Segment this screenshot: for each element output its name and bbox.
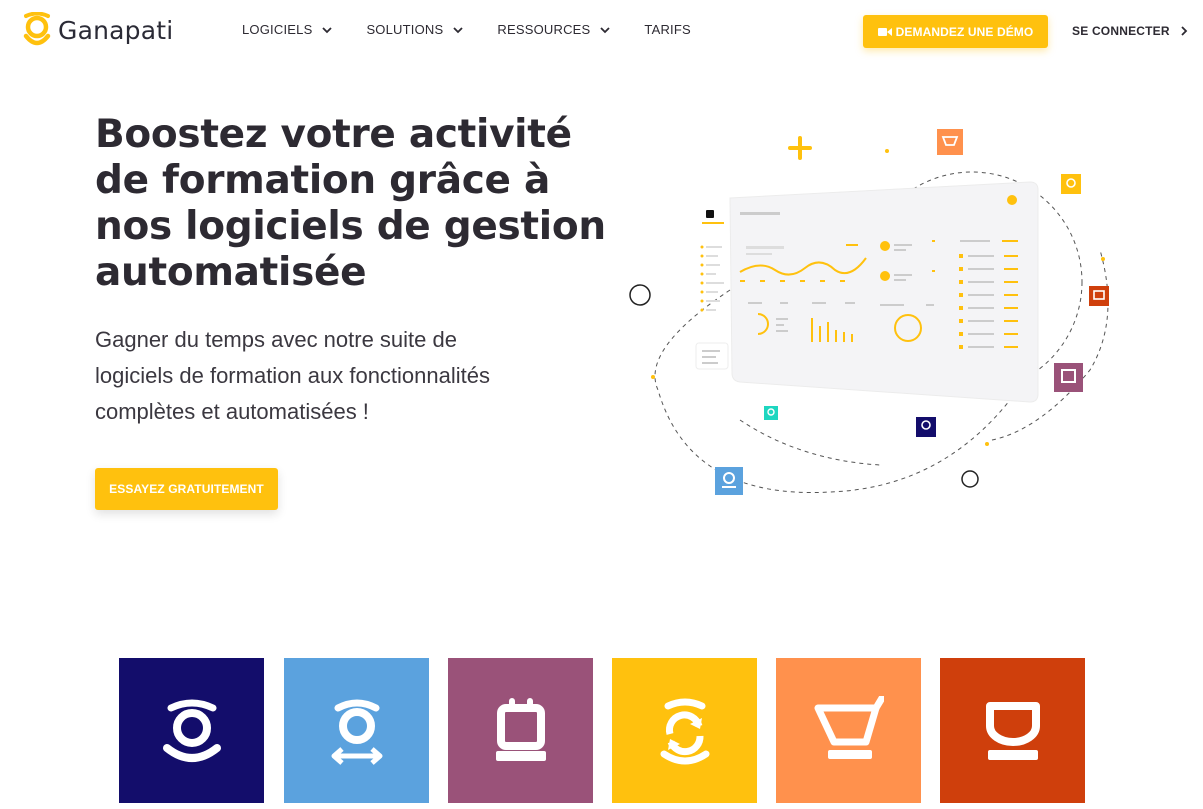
dashboard-illustration (629, 129, 1109, 495)
product-tile-exchange[interactable] (284, 658, 429, 803)
nav-item-tarifs[interactable]: TARIFS (644, 22, 690, 37)
product-tile-ganapati[interactable] (119, 658, 264, 803)
hero-title-line: automatisée (95, 250, 367, 295)
request-demo-label: DEMANDEZ UNE DÉMO (895, 24, 1034, 39)
hero-subtitle-line: logiciels de formation aux fonctionnalit… (95, 363, 491, 388)
g-arrows-exchange-icon (331, 699, 382, 765)
product-tile-cart[interactable] (776, 658, 921, 803)
ganapati-g-icon (162, 699, 221, 762)
video-camera-icon (877, 27, 892, 36)
main-nav: LOGICIELS SOLUTIONS RESSOURCES TARIFS (242, 22, 725, 37)
nav-item-label: RESSOURCES (497, 22, 591, 37)
free-trial-button[interactable]: ESSAYEZ GRATUITEMENT (95, 468, 278, 510)
chevron-down-icon (600, 26, 611, 33)
login-label: SE CONNECTER (1072, 24, 1170, 38)
free-trial-label: ESSAYEZ GRATUITEMENT (109, 482, 264, 496)
calendar-screen-icon (495, 697, 546, 761)
request-demo-button[interactable]: DEMANDEZ UNE DÉMO (863, 15, 1048, 48)
hero-subtitle-line: Gagner du temps avec notre suite de (95, 327, 457, 352)
nav-item-label: TARIFS (644, 22, 691, 37)
product-tile-refresh[interactable] (612, 658, 757, 803)
ganapati-g-logo-icon (23, 12, 51, 46)
hero-title-line: de formation grâce à (95, 158, 550, 203)
g-refresh-icon (660, 698, 709, 764)
hero-title-line: Boostez votre activité (95, 112, 572, 157)
product-tile-calendar[interactable] (448, 658, 593, 803)
hero-subtitle: Gagner du temps avec notre suite de logi… (95, 322, 565, 430)
product-tile-computer[interactable] (940, 658, 1085, 803)
nav-item-label: LOGICIELS (242, 22, 313, 37)
chevron-down-icon (322, 26, 333, 33)
login-link[interactable]: SE CONNECTER (1072, 24, 1189, 38)
hero-subtitle-line: complètes et automatisées ! (95, 399, 369, 424)
nav-item-ressources[interactable]: RESSOURCES (497, 22, 611, 37)
nav-item-label: SOLUTIONS (366, 22, 444, 37)
hero-title-line: nos logiciels de gestion (95, 204, 606, 249)
computer-monitor-icon (985, 701, 1040, 760)
shopping-cart-icon (814, 695, 884, 759)
nav-item-logiciels[interactable]: LOGICIELS (242, 22, 333, 37)
hero-title: Boostez votre activité de formation grâc… (95, 112, 615, 296)
chevron-down-icon (453, 26, 464, 33)
brand-name: Ganapati (58, 15, 174, 45)
logo[interactable]: Ganapati (22, 12, 173, 48)
nav-item-solutions[interactable]: SOLUTIONS (366, 22, 464, 37)
chevron-right-icon (1181, 26, 1188, 36)
site-header: Ganapati LOGICIELS SOLUTIONS RESSOURCES … (0, 0, 1203, 62)
